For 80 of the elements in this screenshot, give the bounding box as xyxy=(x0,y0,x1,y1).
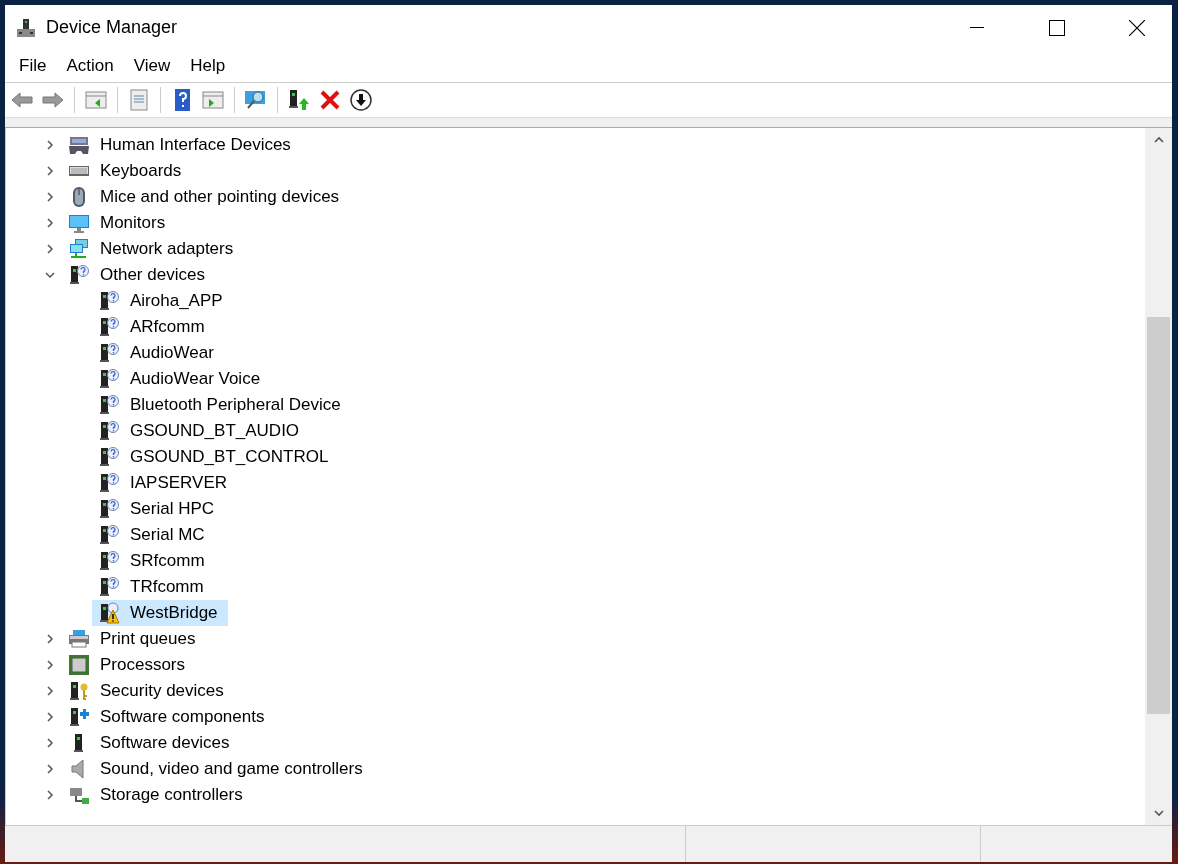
tree-item[interactable]: Serial HPC xyxy=(92,496,225,522)
unknown-device-icon xyxy=(98,524,120,546)
unknown-device-icon xyxy=(98,290,120,312)
chevron-right-icon[interactable] xyxy=(44,763,56,775)
unknown-device-icon xyxy=(98,316,120,338)
tree-item[interactable]: Sound, video and game controllers xyxy=(62,756,373,782)
download-button[interactable] xyxy=(347,86,375,114)
unknown-device-icon xyxy=(98,576,120,598)
tree-item[interactable]: TRfcomm xyxy=(92,574,214,600)
window-title: Device Manager xyxy=(46,17,179,38)
unknown-device-icon xyxy=(98,342,120,364)
chevron-right-icon[interactable] xyxy=(44,243,56,255)
scrollbar-thumb[interactable] xyxy=(1147,317,1170,714)
tree-item[interactable]: Print queues xyxy=(62,626,206,652)
network-icon xyxy=(68,238,90,260)
chevron-right-icon[interactable] xyxy=(44,659,56,671)
warning-device-icon xyxy=(98,602,120,624)
chevron-right-icon[interactable] xyxy=(44,165,56,177)
puzzle-device-icon xyxy=(68,706,90,728)
tree-item[interactable]: Human Interface Devices xyxy=(62,132,301,158)
scrollbar[interactable] xyxy=(1145,128,1172,825)
tree-item[interactable]: Bluetooth Peripheral Device xyxy=(92,392,351,418)
tree-item[interactable]: Software devices xyxy=(62,730,240,756)
unknown-device-icon xyxy=(98,498,120,520)
tree-item[interactable]: Software components xyxy=(62,704,275,730)
minimize-icon xyxy=(969,27,984,28)
tree-item[interactable]: Other devices xyxy=(62,262,215,288)
tree-item[interactable]: Mice and other pointing devices xyxy=(62,184,350,210)
unknown-device-icon xyxy=(98,550,120,572)
action-pane-icon xyxy=(201,88,225,112)
chevron-right-icon[interactable] xyxy=(44,737,56,749)
tree-item[interactable]: Keyboards xyxy=(62,158,192,184)
tree-item[interactable]: GSOUND_BT_AUDIO xyxy=(92,418,310,444)
chip-icon xyxy=(68,654,90,676)
menu-item[interactable]: File xyxy=(9,56,57,76)
chevron-right-icon[interactable] xyxy=(44,711,56,723)
key-device-icon xyxy=(68,680,90,702)
tree-item[interactable]: Airoha_APP xyxy=(92,288,233,314)
chevron-right-icon[interactable] xyxy=(44,139,56,151)
chevron-down-icon[interactable] xyxy=(44,269,56,281)
download-icon xyxy=(349,88,373,112)
uninstall-icon xyxy=(318,88,342,112)
close-icon xyxy=(1128,19,1145,36)
tree-item[interactable]: AudioWear Voice xyxy=(92,366,271,392)
chevron-right-icon[interactable] xyxy=(44,685,56,697)
unknown-device-icon xyxy=(98,368,120,390)
tree-item[interactable]: SRfcomm xyxy=(92,548,215,574)
chevron-down-icon xyxy=(1153,809,1164,817)
monitor-icon xyxy=(68,212,90,234)
tree-item[interactable]: Serial MC xyxy=(92,522,215,548)
chevron-right-icon[interactable] xyxy=(44,217,56,229)
update-driver-icon xyxy=(287,88,311,112)
app-icon xyxy=(15,16,37,39)
unknown-device-icon xyxy=(98,446,120,468)
tree-item[interactable]: Storage controllers xyxy=(62,782,253,808)
properties-icon xyxy=(127,88,151,112)
unknown-device-icon xyxy=(68,264,90,286)
menu-item[interactable]: Help xyxy=(180,56,236,76)
unknown-device-icon xyxy=(98,394,120,416)
tree-item[interactable]: ARfcomm xyxy=(92,314,215,340)
maximize-icon xyxy=(1048,19,1065,36)
chevron-right-icon[interactable] xyxy=(44,191,56,203)
printer-icon xyxy=(68,628,90,650)
chevron-right-icon[interactable] xyxy=(44,633,56,645)
console-tree-icon xyxy=(84,88,108,112)
menu-item[interactable]: Action xyxy=(56,56,124,76)
tree-item[interactable]: Monitors xyxy=(62,210,176,236)
tree-item[interactable]: Security devices xyxy=(62,678,234,704)
tree-item[interactable]: GSOUND_BT_CONTROL xyxy=(92,444,339,470)
chevron-up-icon xyxy=(1153,136,1164,144)
unknown-device-icon xyxy=(98,420,120,442)
chevron-right-icon[interactable] xyxy=(44,789,56,801)
unknown-device-icon xyxy=(98,472,120,494)
tree-item[interactable]: Network adapters xyxy=(62,236,244,262)
gamepad-icon xyxy=(68,134,90,156)
tree-item[interactable]: Processors xyxy=(62,652,196,678)
tree-item[interactable]: WestBridge xyxy=(92,600,228,626)
tree-item[interactable]: IAPSERVER xyxy=(92,470,237,496)
menu-item[interactable]: View xyxy=(123,56,181,76)
tree-item[interactable]: AudioWear xyxy=(92,340,224,366)
